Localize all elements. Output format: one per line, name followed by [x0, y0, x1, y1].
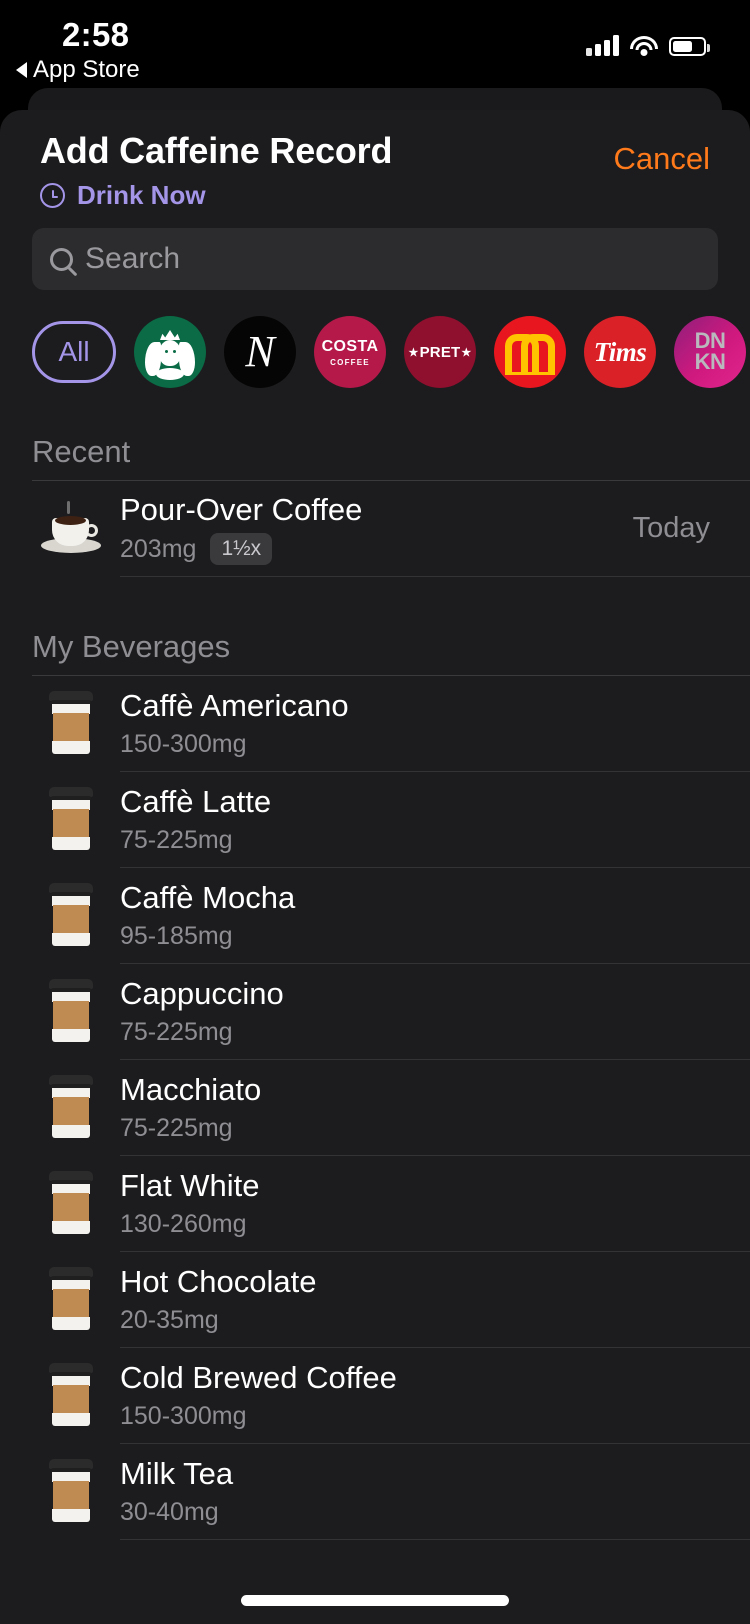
beverage-row[interactable]: Caffè Mocha 95-185mg	[0, 868, 750, 963]
beverage-scroll-area[interactable]: Recent Pour-Over Coffee 203mg 1½x Today …	[0, 434, 750, 1540]
recent-row-text: Pour-Over Coffee 203mg 1½x	[110, 492, 633, 566]
brand-chip-pret[interactable]: ★ PRET ★	[404, 316, 476, 388]
beverage-row-text: Caffè Latte 75-225mg	[110, 784, 750, 855]
brand-chip-all[interactable]: All	[32, 321, 116, 383]
brand-filter-row[interactable]: All N COSTA COFFEE ★ PRET ★ Tims DN KN	[0, 290, 750, 388]
status-bar-indicators	[586, 30, 710, 56]
divider	[120, 1539, 750, 1540]
starbucks-siren-icon	[142, 324, 198, 380]
brand-chip-costa[interactable]: COSTA COFFEE	[314, 316, 386, 388]
recent-item-timestamp: Today	[632, 512, 710, 544]
beverage-row[interactable]: Caffè Latte 75-225mg	[0, 772, 750, 867]
drink-now-label: Drink Now	[77, 180, 206, 210]
beverage-name: Milk Tea	[120, 1456, 234, 1492]
section-header-recent: Recent	[32, 434, 131, 469]
page-title: Add Caffeine Record	[40, 130, 393, 171]
beverage-name: Caffè Mocha	[120, 880, 296, 916]
add-caffeine-record-sheet: Add Caffeine Record Cancel Drink Now Sea…	[0, 110, 750, 1624]
beverage-name: Cold Brewed Coffee	[120, 1360, 397, 1396]
beverage-row[interactable]: Caffè Americano 150-300mg	[0, 676, 750, 771]
search-icon	[50, 247, 73, 271]
wifi-icon	[630, 35, 658, 56]
back-arrow-icon	[16, 62, 27, 78]
beverage-row-text: Hot Chocolate 20-35mg	[110, 1264, 750, 1335]
search-field[interactable]: Search	[32, 228, 718, 290]
nespresso-n-icon: N	[245, 327, 275, 376]
beverage-range: 150-300mg	[120, 729, 247, 758]
togo-cup-icon	[32, 1362, 110, 1429]
beverage-name: Macchiato	[120, 1072, 262, 1108]
togo-cup-icon	[32, 1266, 110, 1333]
cancel-button[interactable]: Cancel	[614, 141, 711, 177]
beverage-name: Flat White	[120, 1168, 260, 1204]
beverage-range: 75-225mg	[120, 1017, 233, 1046]
tims-wordmark: Tims	[593, 336, 647, 367]
beverage-range: 30-40mg	[120, 1497, 219, 1526]
brand-chip-all-label: All	[58, 336, 90, 367]
beverage-row[interactable]: Milk Tea 30-40mg	[0, 1444, 750, 1539]
togo-cup-icon	[32, 690, 110, 757]
brand-chip-nespresso[interactable]: N	[224, 316, 296, 388]
beverage-range: 130-260mg	[120, 1209, 247, 1238]
beverage-row[interactable]: Cold Brewed Coffee 150-300mg	[0, 1348, 750, 1443]
pret-label: PRET	[419, 343, 461, 361]
togo-cup-icon	[32, 882, 110, 949]
beverage-range: 75-225mg	[120, 1113, 233, 1142]
recent-item-amount: 203mg	[120, 534, 197, 563]
togo-cup-icon	[32, 1458, 110, 1525]
beverage-row-text: Milk Tea 30-40mg	[110, 1456, 750, 1527]
beverage-row[interactable]: Macchiato 75-225mg	[0, 1060, 750, 1155]
recent-row[interactable]: Pour-Over Coffee 203mg 1½x Today	[0, 481, 750, 576]
star-icon: ★	[461, 346, 472, 359]
sheet-header: Add Caffeine Record Cancel Drink Now	[0, 110, 750, 220]
costa-wordmark: COSTA	[321, 337, 379, 355]
recent-item-multiplier-badge: 1½x	[210, 533, 273, 566]
beverage-name: Caffè Latte	[120, 784, 272, 820]
beverage-name: Caffè Americano	[120, 688, 349, 724]
my-beverages-list[interactable]: Caffè Americano 150-300mg Caffè Latte 75-22…	[0, 676, 750, 1540]
pret-wordmark: ★ PRET ★	[409, 344, 472, 361]
section-header-my-beverages: My Beverages	[32, 629, 231, 664]
golden-arches-icon	[505, 332, 555, 375]
beverage-range: 150-300mg	[120, 1401, 247, 1430]
beverage-range: 20-35mg	[120, 1305, 219, 1334]
costa-subwordmark: COFFEE	[330, 357, 370, 367]
brand-chip-starbucks[interactable]	[134, 316, 206, 388]
beverage-row-text: Macchiato 75-225mg	[110, 1072, 750, 1143]
brand-chip-mcdonalds[interactable]	[494, 316, 566, 388]
beverage-name: Cappuccino	[120, 976, 284, 1012]
togo-cup-icon	[32, 978, 110, 1045]
togo-cup-icon	[32, 1170, 110, 1237]
beverage-range: 75-225mg	[120, 825, 233, 854]
beverage-row[interactable]: Flat White 130-260mg	[0, 1156, 750, 1251]
beverage-row-text: Caffè Americano 150-300mg	[110, 688, 750, 759]
signal-bars-icon	[586, 35, 619, 56]
coffee-cup-saucer-icon	[32, 500, 110, 555]
beverage-range: 95-185mg	[120, 921, 233, 950]
recent-item-name: Pour-Over Coffee	[120, 491, 363, 527]
brand-chip-tims[interactable]: Tims	[584, 316, 656, 388]
beverage-row-text: Flat White 130-260mg	[110, 1168, 750, 1239]
arches-baseline	[505, 372, 555, 375]
togo-cup-icon	[32, 1074, 110, 1141]
battery-icon	[669, 37, 710, 56]
beverage-row-text: Cold Brewed Coffee 150-300mg	[110, 1360, 750, 1431]
beverage-name: Hot Chocolate	[120, 1264, 317, 1300]
dunkin-wordmark-line2: KN	[694, 349, 726, 374]
beverage-row-text: Cappuccino 75-225mg	[110, 976, 750, 1047]
home-indicator	[241, 1595, 509, 1606]
back-to-app-store-link[interactable]: App Store	[16, 56, 140, 84]
brand-chip-dunkin[interactable]: DN KN	[674, 316, 746, 388]
star-icon: ★	[408, 346, 419, 359]
beverage-row[interactable]: Cappuccino 75-225mg	[0, 964, 750, 1059]
clock-icon	[40, 183, 65, 208]
beverage-row-text: Caffè Mocha 95-185mg	[110, 880, 750, 951]
search-placeholder: Search	[85, 242, 181, 275]
status-bar-time: 2:58	[62, 16, 130, 53]
drink-now-button[interactable]: Drink Now	[40, 180, 206, 211]
togo-cup-icon	[32, 786, 110, 853]
back-link-label: App Store	[33, 56, 140, 83]
recent-item-detail: 203mg 1½x	[120, 533, 633, 566]
beverage-row[interactable]: Hot Chocolate 20-35mg	[0, 1252, 750, 1347]
